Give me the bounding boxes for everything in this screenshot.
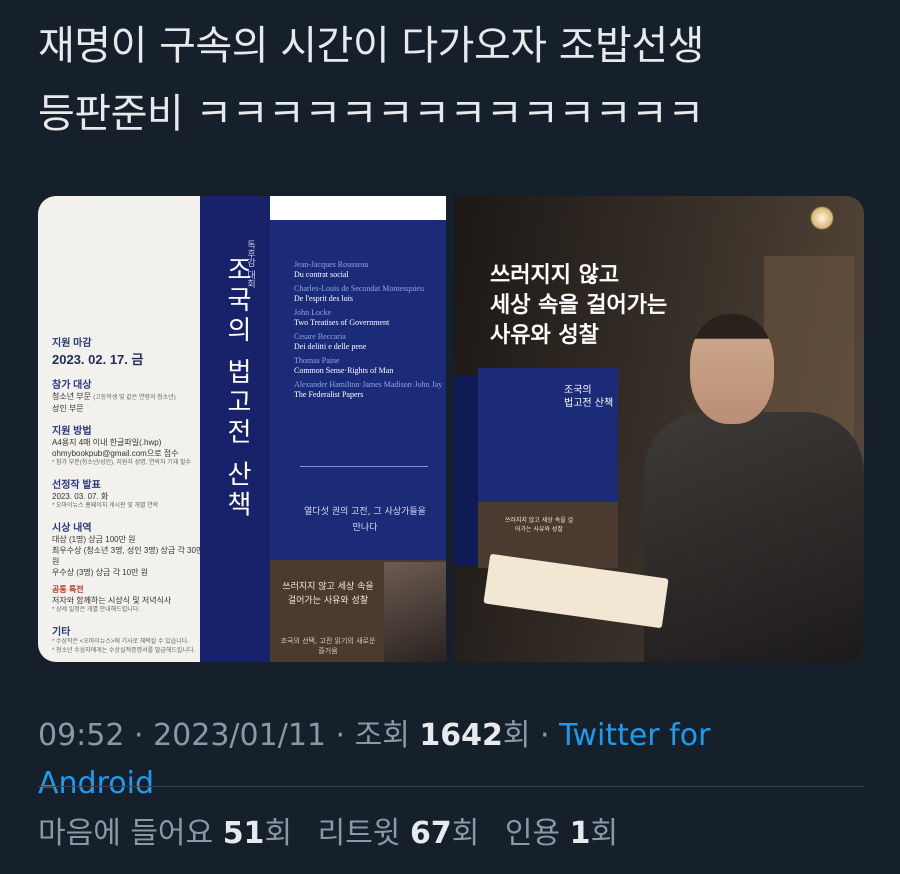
retweets-stat[interactable]: 리트윗 67회 xyxy=(318,816,480,851)
target-adult: 성인 부문 xyxy=(52,404,84,413)
tweet-text-line-1: 재명이 구속의 시간이 다가오자 조밥선생 xyxy=(38,23,704,69)
tweet-time[interactable]: 09:52 xyxy=(38,718,124,753)
quotes-count: 1 xyxy=(569,816,591,851)
cover-list-item: Cesare Beccaria Dei delitti e delle pene xyxy=(294,332,367,351)
tweet-meta: 09:52 · 2023/01/11 · 조회 1642회 · Twitter … xyxy=(38,712,858,808)
cover-list-item: Alexander Hamilton·James Madison·John Ja… xyxy=(294,380,443,399)
target-youth: 청소년 부문 (고등학생 및 같은 연령의 청소년) xyxy=(52,392,176,401)
method-heading: 지원 방법 xyxy=(52,426,92,437)
person-head xyxy=(690,314,774,424)
media-image-poster[interactable]: 지원 마감 2023. 02. 17. 금 참가 대상 청소년 부문 (고등학생… xyxy=(38,196,446,662)
special-line: 저자와 함께하는 시상식 및 저녁식사 xyxy=(52,596,172,605)
quotes-stat[interactable]: 인용 1회 xyxy=(505,816,618,851)
cover-list-item: Charles-Louis de Secondat Montesquieu De … xyxy=(294,284,424,303)
method-note: * 참가 부문(청소년/성인), 지원자 성명, 연락처 기재 필수 xyxy=(52,460,191,466)
lamp-light xyxy=(810,206,834,230)
award-2: 최우수상 (청소년 3명, 성인 3명) 상금 각 30만 원 xyxy=(52,546,204,566)
tweet-text: 재명이 구속의 시간이 다가오자 조밥선생 등판준비 ㅋㅋㅋㅋㅋㅋㅋㅋㅋㅋㅋㅋㅋ… xyxy=(38,12,878,148)
cover-list-item: John Locke Two Treatises of Government xyxy=(294,308,390,327)
views-suffix: 회 xyxy=(502,718,531,753)
likes-stat[interactable]: 마음에 들어요 51회 xyxy=(38,816,292,851)
tweet-date[interactable]: 2023/01/11 xyxy=(153,718,326,753)
poster-info: 지원 마감 2023. 02. 17. 금 참가 대상 청소년 부문 (고등학생… xyxy=(52,326,212,656)
deadline-heading: 지원 마감 xyxy=(52,338,92,349)
select-note: * 오마이뉴스 홈페이지 게시판 및 개별 연락 xyxy=(52,503,159,509)
book-box-side xyxy=(454,376,478,566)
cover-divider xyxy=(300,466,428,467)
likes-count: 51 xyxy=(222,816,265,851)
photo-headline: 쓰러지지 않고 세상 속을 걸어가는 사유와 성찰 xyxy=(490,262,668,348)
cover-list-item: Thomas Paine Common Sense·Rights of Man xyxy=(294,356,394,375)
select-heading: 선정작 발표 xyxy=(52,480,101,491)
views-count: 1642 xyxy=(419,718,503,753)
award-heading: 시상 내역 xyxy=(52,523,92,534)
special-note: * 상세 일정은 개별 안내해드립니다. xyxy=(52,607,140,613)
special-heading: 공통 특전 xyxy=(52,585,84,594)
meta-separator: · xyxy=(326,718,355,753)
spine-title: 조국의 법고전 산책 xyxy=(222,256,252,521)
bottom-tagline: 쓰러지지 않고 세상 속을 걸어가는 사유와 성찰 xyxy=(282,582,374,606)
deadline-date: 2023. 02. 17. 금 xyxy=(52,352,144,367)
award-1: 대상 (1명) 상금 100만 원 xyxy=(52,535,136,544)
etc-line-1: * 수상작은 <오마이뉴스>에 기사로 채택될 수 있습니다. xyxy=(52,639,189,645)
etc-line-2: * 청소년 수상자에게는 수상실적증명서를 발급해드립니다. xyxy=(52,648,196,654)
cover-tagline: 열다섯 권의 고전, 그 사상가들을 만나다 xyxy=(304,507,426,533)
tweet-stats: 마음에 들어요 51회 리트윗 67회 인용 1회 xyxy=(38,810,618,858)
book-box-tagline: 쓰러지지 않고 세상 속을 걸어가는 사유와 성찰 xyxy=(504,517,574,533)
target-heading: 참가 대상 xyxy=(52,380,92,391)
bottom-subline: 조국의 선택, 고전 읽기의 새로운 즐거움 xyxy=(280,637,376,655)
method-line: A4용지 4매 이내 한글파일(.hwp) xyxy=(52,438,162,447)
tweet-text-line-2: 등판준비 ㅋㅋㅋㅋㅋㅋㅋㅋㅋㅋㅋㅋㅋㅋ xyxy=(38,91,704,137)
person-body xyxy=(644,412,864,662)
media-image-photo[interactable]: 쓰러지지 않고 세상 속을 걸어가는 사유와 성찰 조국의 법고전 산책 쓰러지… xyxy=(454,196,864,662)
retweets-count: 67 xyxy=(409,816,452,851)
select-date: 2023. 03. 07. 화 xyxy=(52,492,109,501)
meta-separator: · xyxy=(124,718,154,753)
award-3: 우수상 (3명) 상금 각 10만 원 xyxy=(52,568,149,577)
meta-separator: · xyxy=(530,718,560,753)
cover-book-list: Jean-Jacques Rousseau Du contrat social C… xyxy=(294,256,444,400)
method-email: ohmybookpub@gmail.com으로 접수 xyxy=(52,449,179,458)
divider xyxy=(38,786,864,787)
tweet-media: 지원 마감 2023. 02. 17. 금 참가 대상 청소년 부문 (고등학생… xyxy=(38,196,864,662)
cover-list-item: Jean-Jacques Rousseau Du contrat social xyxy=(294,260,369,279)
etc-heading: 기타 xyxy=(52,627,71,638)
views-label: 조회 xyxy=(354,718,420,753)
author-portrait-small xyxy=(384,562,446,662)
book-box-title: 조국의 법고전 산책 xyxy=(564,385,614,409)
